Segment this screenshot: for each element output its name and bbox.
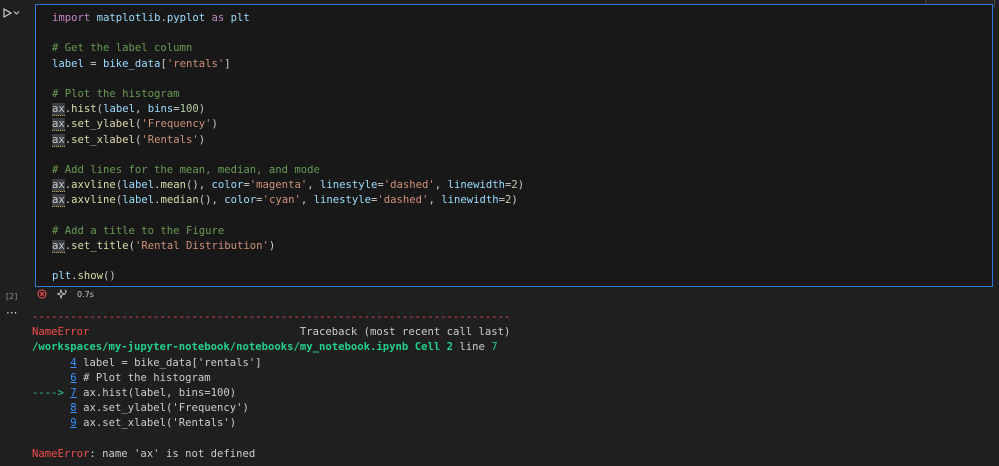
code-line: plt.show() xyxy=(52,270,116,283)
error-name: NameError xyxy=(32,326,90,339)
cell-ref: Cell 2 xyxy=(414,341,453,354)
code-editor[interactable]: import matplotlib.pyplot as plt # Get th… xyxy=(35,4,993,287)
line-number-link[interactable]: 4 xyxy=(70,357,76,369)
execution-duration: 0.7s xyxy=(77,289,94,299)
code-line: # Add a title to the Figure xyxy=(52,224,225,237)
code-line: # Get the label column xyxy=(52,42,193,55)
run-cell-icon xyxy=(3,8,12,18)
error-circle-icon xyxy=(37,289,47,299)
line-number-link[interactable]: 8 xyxy=(70,402,76,414)
code-line: label = bike_data['rentals'] xyxy=(52,57,231,70)
line-ref-word: line xyxy=(459,341,492,354)
code-line: ax.axvline(label.median(), color='cyan',… xyxy=(52,194,518,208)
code-line: ax.hist(label, bins=100) xyxy=(52,103,206,117)
sparkle-icon[interactable] xyxy=(57,289,67,299)
chevron-down-icon[interactable] xyxy=(13,10,20,16)
trace-line: 8 ax.set_ylabel('Frequency') xyxy=(70,402,249,415)
trace-line: 6 # Plot the histogram xyxy=(70,371,211,384)
line-number-link[interactable]: 7 xyxy=(70,387,76,399)
cell-status: 0.7s xyxy=(37,289,94,299)
output-area: ----------------------------------------… xyxy=(32,310,510,462)
code-line: import matplotlib.pyplot as plt xyxy=(52,12,250,24)
line-number-link[interactable]: 9 xyxy=(70,417,76,429)
code-line: ax.axvline(label.mean(), color='magenta'… xyxy=(52,179,525,193)
trace-line: 4 label = bike_data['rentals'] xyxy=(70,356,262,369)
code-line: # Add lines for the mean, median, and mo… xyxy=(52,164,320,177)
final-error-name: NameError xyxy=(32,447,90,460)
code-line: ax.set_xlabel('Rentals') xyxy=(52,133,206,147)
code-line: ax.set_title('Rental Distribution') xyxy=(52,240,276,254)
execution-count: [2] xyxy=(6,292,18,301)
output-separator: ----------------------------------------… xyxy=(32,311,511,323)
code-line: ax.set_ylabel('Frequency') xyxy=(52,118,218,132)
trace-line: ----> 7 ax.hist(label, bins=100) xyxy=(32,387,237,400)
file-path-link[interactable]: /workspaces/my-jupyter-notebook/notebook… xyxy=(32,341,408,353)
run-cell-button[interactable] xyxy=(3,6,25,20)
code-block[interactable]: import matplotlib.pyplot as plt # Get th… xyxy=(52,11,524,285)
trace-line: 9 ax.set_xlabel('Rentals') xyxy=(70,417,237,430)
line-number-link[interactable]: 6 xyxy=(70,372,76,384)
code-line: # Plot the histogram xyxy=(52,88,180,101)
more-actions-icon[interactable]: ··· xyxy=(6,306,17,320)
final-error-message: : name 'ax' is not defined xyxy=(89,447,256,460)
traceback-header: Traceback (most recent call last) xyxy=(299,326,511,339)
line-ref-num: 7 xyxy=(491,341,498,354)
